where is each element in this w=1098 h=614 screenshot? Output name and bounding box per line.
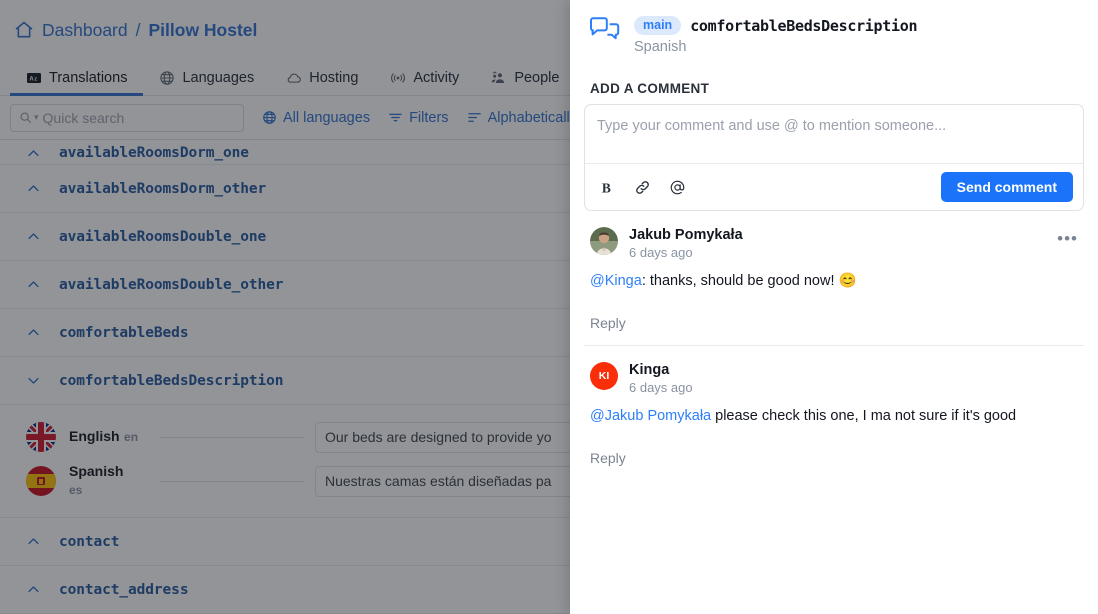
- composer-toolbar: B Send comment: [585, 163, 1083, 210]
- comment-item: KI Kinga 6 days ago @Jakub Pomykała plea…: [584, 345, 1084, 480]
- panel-header-text: main comfortableBedsDescription Spanish: [634, 14, 918, 55]
- comment-mention[interactable]: @Jakub Pomykała: [590, 408, 711, 424]
- comments-bubble-icon: [590, 17, 620, 40]
- send-comment-button[interactable]: Send comment: [940, 172, 1073, 202]
- avatar[interactable]: KI: [590, 362, 618, 390]
- reply-button[interactable]: Reply: [590, 450, 626, 466]
- comment-author-block: Jakub Pomykała 6 days ago: [629, 227, 743, 260]
- reply-button[interactable]: Reply: [590, 315, 626, 331]
- comment-text: : thanks, should be good now! 😊: [641, 273, 857, 289]
- comment-text: please check this one, I ma not sure if …: [711, 408, 1017, 424]
- branch-badge[interactable]: main: [634, 16, 682, 35]
- mention-at-icon[interactable]: [669, 179, 686, 196]
- comment-body: @Jakub Pomykała please check this one, I…: [590, 406, 1078, 426]
- comment-item: Jakub Pomykała 6 days ago ••• @Kinga: th…: [584, 211, 1084, 345]
- comment-body: @Kinga: thanks, should be good now! 😊: [590, 271, 1078, 291]
- comment-composer: Type your comment and use @ to mention s…: [584, 104, 1084, 211]
- comment-header: KI Kinga 6 days ago: [590, 362, 1078, 395]
- avatar[interactable]: [590, 227, 618, 255]
- add-comment-label: ADD A COMMENT: [590, 81, 710, 96]
- comment-timestamp: 6 days ago: [629, 380, 693, 395]
- panel-header: main comfortableBedsDescription Spanish: [570, 0, 1098, 55]
- bold-icon[interactable]: B: [599, 179, 616, 196]
- panel-header-title-row: main comfortableBedsDescription: [634, 16, 918, 35]
- comment-mention[interactable]: @Kinga: [590, 273, 642, 289]
- link-icon[interactable]: [634, 179, 651, 196]
- more-horizontal-icon[interactable]: •••: [1057, 227, 1078, 247]
- svg-text:B: B: [602, 180, 611, 195]
- comment-header: Jakub Pomykała 6 days ago •••: [590, 227, 1078, 260]
- panel-key-title: comfortableBedsDescription: [690, 16, 918, 35]
- format-buttons: B: [599, 179, 686, 196]
- comment-author: Jakub Pomykała: [629, 227, 743, 243]
- panel-language: Spanish: [634, 39, 687, 55]
- comment-list: Jakub Pomykała 6 days ago ••• @Kinga: th…: [570, 211, 1098, 480]
- comment-timestamp: 6 days ago: [629, 245, 693, 260]
- app-root: Dashboard / Pillow Hostel A z Translatio…: [0, 0, 1098, 614]
- comment-input[interactable]: Type your comment and use @ to mention s…: [585, 105, 1083, 163]
- comment-author-block: Kinga 6 days ago: [629, 362, 693, 395]
- comments-panel: main comfortableBedsDescription Spanish …: [570, 0, 1098, 614]
- comment-author: Kinga: [629, 362, 670, 378]
